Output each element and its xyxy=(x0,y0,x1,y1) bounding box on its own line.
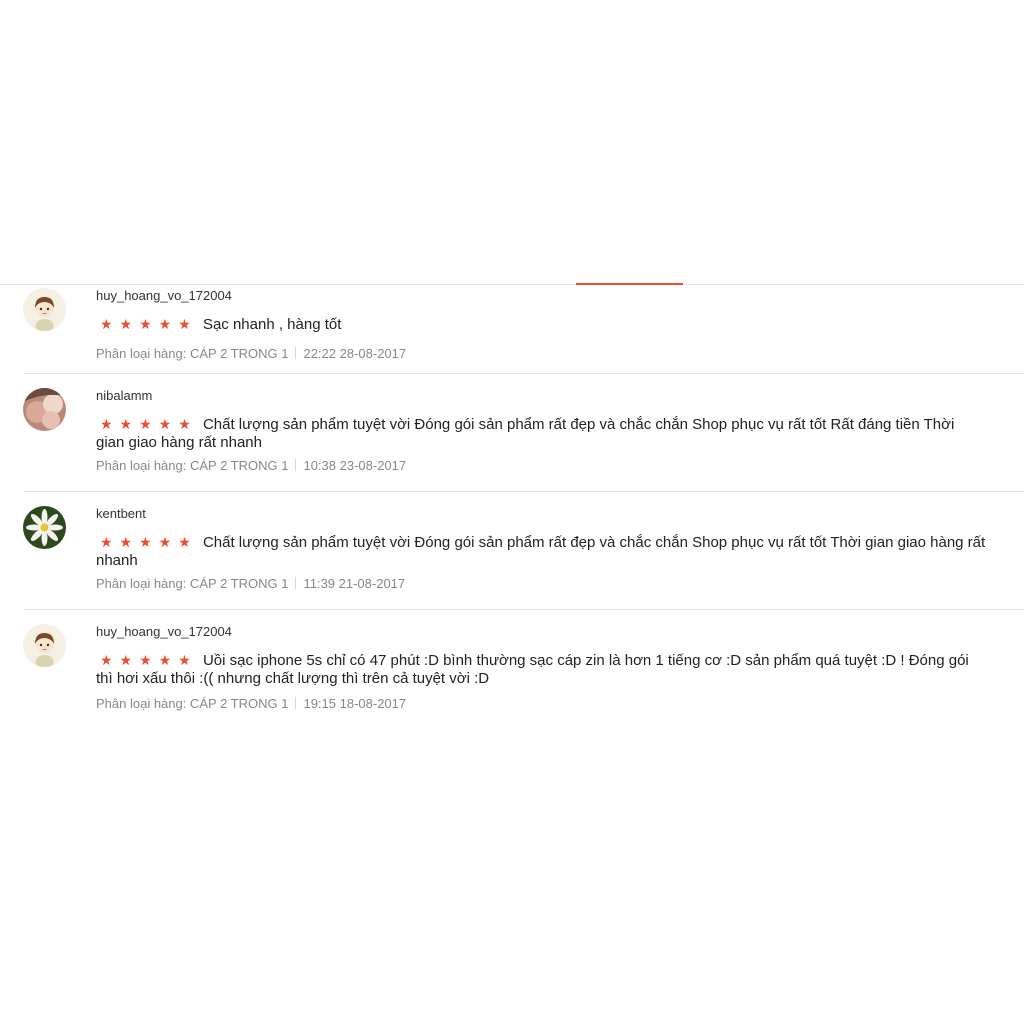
star-rating: ★★★★★ xyxy=(100,416,198,432)
review-meta: Phân loại hàng: CÁP 2 TRONG 1 10:38 23-08… xyxy=(96,458,406,473)
review-body: ★★★★★ Sạc nhanh , hàng tốt xyxy=(96,315,986,334)
meta-separator xyxy=(295,577,297,589)
white-flower-avatar-icon[interactable] xyxy=(23,506,66,549)
reviewer-username[interactable]: kentbent xyxy=(96,506,146,521)
review-body: ★★★★★ Uồi sạc iphone 5s chỉ có 47 phút :… xyxy=(96,651,986,688)
review-timestamp: 19:15 18-08-2017 xyxy=(303,696,407,711)
review-meta: Phân loại hàng: CÁP 2 TRONG 1 22:22 28-08… xyxy=(96,346,406,361)
variation-label: Phân loại hàng: CÁP 2 TRONG 1 xyxy=(96,576,289,591)
review-timestamp: 10:38 23-08-2017 xyxy=(303,458,407,473)
review-item: nibalamm ★★★★★ Chất lượng sản phẩm tuyệt… xyxy=(0,374,1024,492)
review-item: huy_hoang_vo_172004 ★★★★★ Sạc nhanh , hà… xyxy=(0,286,1024,374)
review-item: kentbent ★★★★★ Chất lượng sản phẩm tuyệt… xyxy=(0,492,1024,610)
reviewer-username[interactable]: nibalamm xyxy=(96,388,152,403)
variation-label: Phân loại hàng: CÁP 2 TRONG 1 xyxy=(96,696,289,711)
review-meta: Phân loại hàng: CÁP 2 TRONG 1 11:39 21-08… xyxy=(96,576,405,591)
review-text: Sạc nhanh , hàng tốt xyxy=(202,316,342,333)
cartoon-boy-avatar-icon[interactable] xyxy=(23,624,66,667)
meta-separator xyxy=(295,347,297,359)
review-meta: Phân loại hàng: CÁP 2 TRONG 1 19:15 18-08… xyxy=(96,696,406,711)
reviewer-username[interactable]: huy_hoang_vo_172004 xyxy=(96,288,232,303)
review-text: Uồi sạc iphone 5s chỉ có 47 phút :D bình… xyxy=(96,652,969,687)
review-body: ★★★★★ Chất lượng sản phẩm tuyệt vời Đóng… xyxy=(96,533,986,570)
review-body: ★★★★★ Chất lượng sản phẩm tuyệt vời Đóng… xyxy=(96,415,986,452)
review-text: Chất lượng sản phẩm tuyệt vời Đóng gói s… xyxy=(96,534,986,569)
meta-separator xyxy=(295,459,297,471)
active-tab-indicator xyxy=(576,283,683,285)
photo-avatar-icon[interactable] xyxy=(23,388,66,431)
review-list: huy_hoang_vo_172004 ★★★★★ Sạc nhanh , hà… xyxy=(0,286,1024,730)
review-timestamp: 11:39 21-08-2017 xyxy=(303,576,406,591)
review-text: Chất lượng sản phẩm tuyệt vời Đóng gói s… xyxy=(96,416,955,451)
star-rating: ★★★★★ xyxy=(100,534,198,550)
reviewer-username[interactable]: huy_hoang_vo_172004 xyxy=(96,624,232,639)
cartoon-boy-avatar-icon[interactable] xyxy=(23,288,66,331)
star-rating: ★★★★★ xyxy=(100,316,198,332)
review-timestamp: 22:22 28-08-2017 xyxy=(303,346,407,361)
review-item: huy_hoang_vo_172004 ★★★★★ Uồi sạc iphone… xyxy=(0,610,1024,730)
section-divider xyxy=(0,284,1024,285)
meta-separator xyxy=(295,697,297,709)
star-rating: ★★★★★ xyxy=(100,652,198,668)
variation-label: Phân loại hàng: CÁP 2 TRONG 1 xyxy=(96,346,289,361)
variation-label: Phân loại hàng: CÁP 2 TRONG 1 xyxy=(96,458,289,473)
